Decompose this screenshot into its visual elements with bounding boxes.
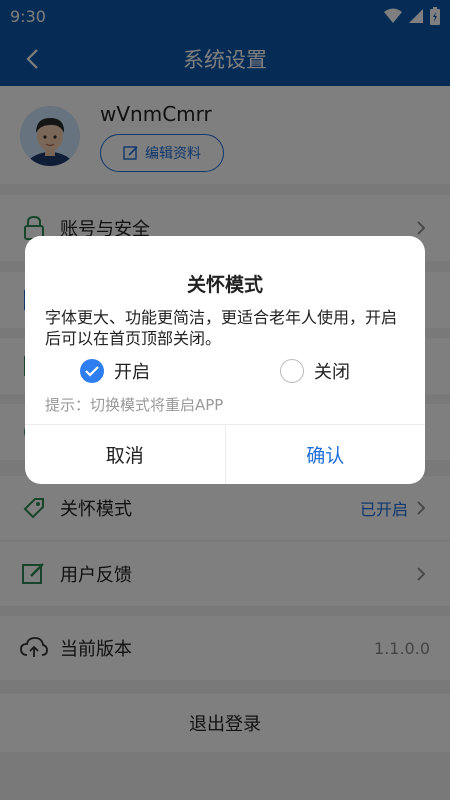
dialog-hint: 提示：切换模式将重启APP [45, 396, 224, 414]
option-on-label: 开启 [114, 362, 150, 383]
dialog-description: 字体更大、功能更简洁，更适合老年人使用，开启后可以在首页顶部关闭。 [45, 308, 398, 348]
option-off-label: 关闭 [314, 362, 350, 383]
check-icon [85, 366, 99, 377]
radio-checked[interactable] [80, 359, 104, 383]
option-off[interactable]: 关闭 [280, 358, 350, 384]
dialog-actions: 取消 确认 [25, 424, 425, 484]
cancel-button[interactable]: 取消 [25, 425, 226, 484]
dialog-title: 关怀模式 [186, 274, 263, 296]
radio-unchecked[interactable] [280, 359, 304, 383]
option-on[interactable]: 开启 [80, 358, 150, 384]
confirm-button[interactable]: 确认 [226, 425, 426, 484]
care-mode-dialog: 关怀模式 字体更大、功能更简洁，更适合老年人使用，开启后可以在首页顶部关闭。 开… [25, 236, 425, 484]
